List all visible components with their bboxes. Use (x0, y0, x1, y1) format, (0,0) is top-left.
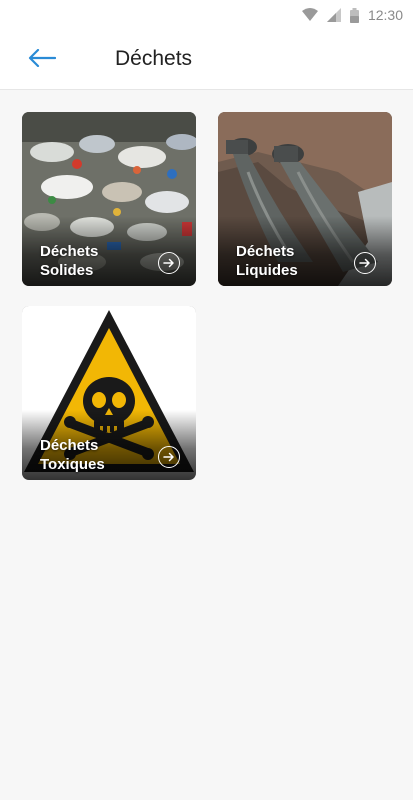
app-bar: Déchets (0, 30, 413, 90)
category-label-line1: Déchets (40, 437, 99, 454)
status-icons: 12:30 (301, 5, 403, 25)
arrow-left-icon (28, 48, 57, 72)
battery-icon (349, 7, 359, 23)
arrow-right-circle-icon (354, 252, 376, 274)
category-card-solides[interactable]: Déchets Solides (22, 112, 196, 286)
page-title: Déchets (115, 47, 193, 70)
category-label: Déchets Liquides (236, 242, 298, 280)
arrow-right-circle-icon (158, 446, 180, 468)
cell-signal-icon (326, 8, 341, 22)
status-bar: 12:30 (0, 0, 413, 30)
category-label-line2: Liquides (236, 262, 298, 279)
category-label-line1: Déchets (40, 243, 99, 260)
arrow-right-circle-icon (158, 252, 180, 274)
status-time: 12:30 (367, 7, 403, 23)
category-card-liquides[interactable]: Déchets Liquides (218, 112, 392, 286)
category-label-line2: Toxiques (40, 456, 105, 473)
category-label-line2: Solides (40, 262, 94, 279)
category-label: Déchets Solides (40, 242, 98, 280)
back-button[interactable] (22, 44, 62, 76)
category-card-toxiques[interactable]: Déchets Toxiques (22, 306, 196, 480)
category-label-line1: Déchets (236, 243, 295, 260)
wifi-icon (301, 8, 318, 22)
category-label: Déchets Toxiques (40, 436, 105, 474)
